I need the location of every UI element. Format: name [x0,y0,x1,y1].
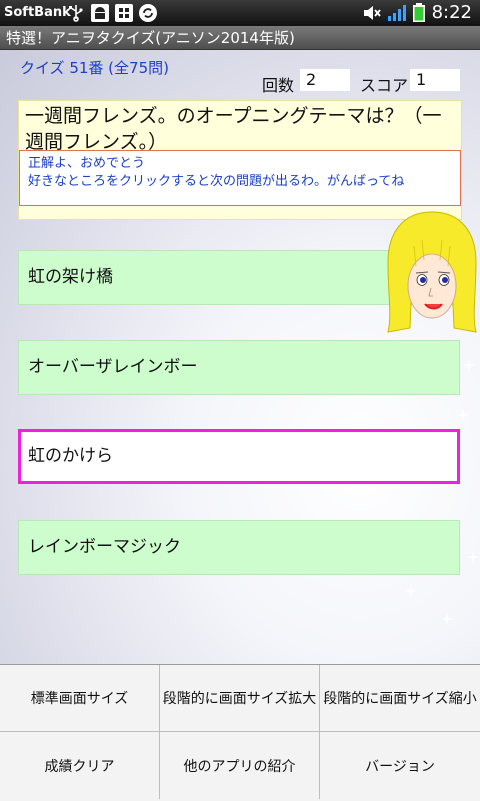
status-bar: SoftBank 8:22 [0,0,480,26]
android-debug-icon [91,4,109,22]
app-title: 特選！アニヲタクイズ(アニソン2014年版) [6,29,295,47]
menu-item-zoom-out[interactable]: 段階的に画面サイズ縮小 [320,665,480,732]
menu-item-standard-size[interactable]: 標準画面サイズ [0,665,160,732]
score-label: スコア [360,76,409,95]
usb-icon [69,5,83,22]
signal-icon [388,5,406,21]
count-value: 2 [300,69,350,91]
message-line-1: 正解よ、おめでとう [28,156,146,171]
message-line-2: 好きなところをクリックすると次の問題が出るわ。がんばってね [28,174,405,189]
count-label: 回数 [262,76,295,95]
answer-option-2[interactable]: オーバーザレインボー [18,340,460,395]
menu-item-clear-score[interactable]: 成績クリア [0,732,160,799]
menu-item-zoom-in[interactable]: 段階的に画面サイズ拡大 [160,665,320,732]
answer-option-3[interactable]: 虹のかけら [18,429,460,484]
result-message: 正解よ、おめでとう 好きなところをクリックすると次の問題が出るわ。がんばってね [19,150,461,206]
sparkle-icon [404,584,418,598]
quiz-number: クイズ 51番 (全75問) [20,59,169,77]
answer-option-4[interactable]: レインボーマジック [18,520,460,575]
carrier-name: SoftBank [4,5,71,20]
menu-item-version[interactable]: バージョン [320,732,480,799]
menu-item-other-apps[interactable]: 他のアプリの紹介 [160,732,320,799]
battery-icon [413,3,425,22]
sparkle-icon [440,612,454,626]
character-avatar [387,211,477,333]
app-title-bar: 特選！アニヲタクイズ(アニソン2014年版) [0,26,480,50]
sparkle-icon [462,358,476,372]
options-menu: 標準画面サイズ 段階的に画面サイズ拡大 段階的に画面サイズ縮小 成績クリア 他の… [0,664,480,801]
sparkle-icon [466,550,480,564]
sync-icon [139,4,157,22]
sd-card-icon [115,4,133,22]
score-value: 1 [410,69,460,91]
clock: 8:22 [431,2,472,23]
mute-icon [364,6,381,20]
sparkle-icon [456,408,470,422]
question-text: 一週間フレンズ。のオープニングテーマは？（一週間フレンズ。） [25,105,442,153]
